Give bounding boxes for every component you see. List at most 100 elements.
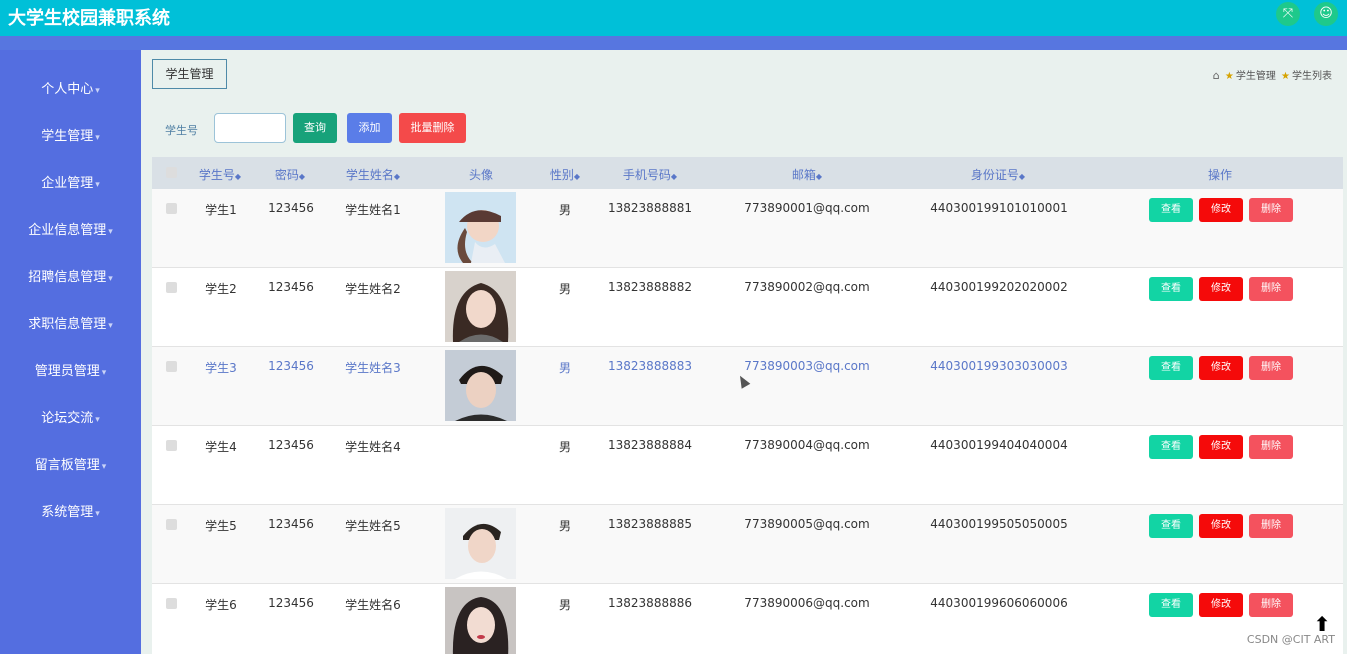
sidebar-item-personal-center[interactable]: 个人中心 ▾ xyxy=(0,78,141,97)
table-row[interactable]: 学生6 123456 学生姓名6 男 13823888886 773890006… xyxy=(152,584,1343,654)
table-row[interactable]: 学生5 123456 学生姓名5 男 13823888885 773890005… xyxy=(152,505,1343,584)
row-checkbox[interactable] xyxy=(166,361,177,372)
sort-icon: ◆ xyxy=(815,172,823,181)
sidebar-item-label: 企业信息管理 xyxy=(28,223,107,238)
sidebar-item-label: 求职信息管理 xyxy=(28,317,107,332)
cell-email: 773890001@qq.com xyxy=(744,201,870,215)
row-checkbox[interactable] xyxy=(166,203,177,214)
home-icon[interactable]: ⌂ xyxy=(1213,69,1220,82)
sidebar-item-label: 留言板管理 xyxy=(34,458,100,473)
cell-student-id: 学生6 xyxy=(205,598,237,612)
delete-button[interactable]: 删除 xyxy=(1249,514,1293,538)
column-header-student-id[interactable]: 学生号◆ xyxy=(199,166,241,183)
cell-name: 学生姓名3 xyxy=(345,361,401,375)
cell-name: 学生姓名2 xyxy=(345,282,401,296)
avatar xyxy=(445,192,516,263)
sidebar-item-forum[interactable]: 论坛交流 ▾ xyxy=(0,407,141,426)
column-header-label: 密码 xyxy=(274,168,299,182)
column-header-email[interactable]: 邮箱◆ xyxy=(792,166,822,183)
column-header-gender[interactable]: 性别◆ xyxy=(550,166,580,183)
row-checkbox[interactable] xyxy=(166,519,177,530)
cell-gender: 男 xyxy=(558,598,572,612)
top-bar: 大学生校园兼职系统 ⤧ ☺ xyxy=(0,0,1347,36)
delete-button[interactable]: 删除 xyxy=(1249,593,1293,617)
view-button[interactable]: 查看 xyxy=(1149,435,1193,459)
view-button[interactable]: 查看 xyxy=(1149,198,1193,222)
edit-button[interactable]: 修改 xyxy=(1199,514,1243,538)
sidebar-item-company-info[interactable]: 企业信息管理 ▾ xyxy=(0,219,141,238)
add-button[interactable]: 添加 xyxy=(347,113,392,143)
cell-password: 123456 xyxy=(268,201,314,215)
sidebar-item-label: 管理员管理 xyxy=(34,364,100,379)
delete-button[interactable]: 删除 xyxy=(1249,277,1293,301)
delete-button[interactable]: 删除 xyxy=(1249,198,1293,222)
cell-name: 学生姓名4 xyxy=(345,440,401,454)
view-button[interactable]: 查看 xyxy=(1149,593,1193,617)
delete-button[interactable]: 删除 xyxy=(1249,356,1293,380)
search-label: 学生号 xyxy=(165,124,198,137)
column-header-name[interactable]: 学生姓名◆ xyxy=(346,166,400,183)
cell-phone: 13823888881 xyxy=(608,201,692,215)
avatar xyxy=(445,350,516,421)
edit-button[interactable]: 修改 xyxy=(1199,435,1243,459)
sort-icon: ◆ xyxy=(670,172,678,181)
tab-student-management[interactable]: 学生管理 xyxy=(152,59,227,89)
column-header-actions: 操作 xyxy=(1207,168,1233,182)
fullscreen-icon[interactable]: ⤧ xyxy=(1276,2,1300,26)
edit-button[interactable]: 修改 xyxy=(1199,593,1243,617)
sidebar-item-label: 企业管理 xyxy=(41,176,94,191)
cell-password: 123456 xyxy=(268,596,314,610)
view-button[interactable]: 查看 xyxy=(1149,356,1193,380)
cell-student-id: 学生5 xyxy=(205,519,237,533)
table-row[interactable]: 学生4 123456 学生姓名4 男 13823888884 773890004… xyxy=(152,426,1343,505)
sidebar-item-label: 个人中心 xyxy=(41,82,94,97)
sidebar-item-student-management[interactable]: 学生管理 ▾ xyxy=(0,125,141,144)
row-checkbox[interactable] xyxy=(166,598,177,609)
header-strip xyxy=(0,36,1347,50)
table-row[interactable]: 学生3 123456 学生姓名3 男 13823888883 773890003… xyxy=(152,347,1343,426)
column-header-phone[interactable]: 手机号码◆ xyxy=(623,166,677,183)
view-button[interactable]: 查看 xyxy=(1149,514,1193,538)
user-icon[interactable]: ☺ xyxy=(1314,2,1338,26)
table-row[interactable]: 学生1 123456 学生姓名1 男 13823888881 773890001… xyxy=(152,189,1343,268)
student-id-input[interactable] xyxy=(214,113,286,143)
cell-gender: 男 xyxy=(558,519,572,533)
column-header-label: 手机号码 xyxy=(622,168,671,182)
sidebar-item-label: 招聘信息管理 xyxy=(28,270,107,285)
query-button[interactable]: 查询 xyxy=(293,113,337,143)
column-header-password[interactable]: 密码◆ xyxy=(275,166,305,183)
sidebar-item-label: 论坛交流 xyxy=(41,411,94,426)
avatar xyxy=(445,587,516,654)
sidebar-item-recruitment[interactable]: 招聘信息管理 ▾ xyxy=(0,266,141,285)
row-checkbox[interactable] xyxy=(166,282,177,293)
row-checkbox[interactable] xyxy=(166,440,177,451)
breadcrumb-item[interactable]: 学生管理 xyxy=(1236,71,1276,82)
sort-icon: ◆ xyxy=(393,172,401,181)
column-header-label: 邮箱 xyxy=(791,168,816,182)
column-header-id-card[interactable]: 身份证号◆ xyxy=(971,166,1025,183)
edit-button[interactable]: 修改 xyxy=(1199,198,1243,222)
sidebar-item-job-seeking[interactable]: 求职信息管理 ▾ xyxy=(0,313,141,332)
delete-button[interactable]: 删除 xyxy=(1249,435,1293,459)
cell-name: 学生姓名5 xyxy=(345,519,401,533)
star-icon: ★ xyxy=(1281,71,1290,82)
sidebar-item-system-management[interactable]: 系统管理 ▾ xyxy=(0,501,141,520)
view-button[interactable]: 查看 xyxy=(1149,277,1193,301)
edit-button[interactable]: 修改 xyxy=(1199,277,1243,301)
chevron-down-icon: ▾ xyxy=(101,368,107,378)
cell-phone: 13823888885 xyxy=(608,517,692,531)
sidebar-item-admin-management[interactable]: 管理员管理 ▾ xyxy=(0,360,141,379)
sidebar-item-company-management[interactable]: 企业管理 ▾ xyxy=(0,172,141,191)
sort-icon: ◆ xyxy=(573,172,581,181)
avatar xyxy=(445,508,516,579)
batch-delete-button[interactable]: 批量删除 xyxy=(399,113,466,143)
table-row[interactable]: 学生2 123456 学生姓名2 男 13823888882 773890002… xyxy=(152,268,1343,347)
edit-button[interactable]: 修改 xyxy=(1199,356,1243,380)
cell-email: 773890002@qq.com xyxy=(744,280,870,294)
watermark: CSDN @CIT ART xyxy=(1246,633,1335,646)
select-all-checkbox[interactable] xyxy=(166,167,177,178)
cell-password: 123456 xyxy=(268,359,314,373)
sidebar-item-message-board[interactable]: 留言板管理 ▾ xyxy=(0,454,141,473)
cell-password: 123456 xyxy=(268,438,314,452)
breadcrumb: ⌂ ★ 学生管理 ★ 学生列表 xyxy=(1213,67,1332,82)
